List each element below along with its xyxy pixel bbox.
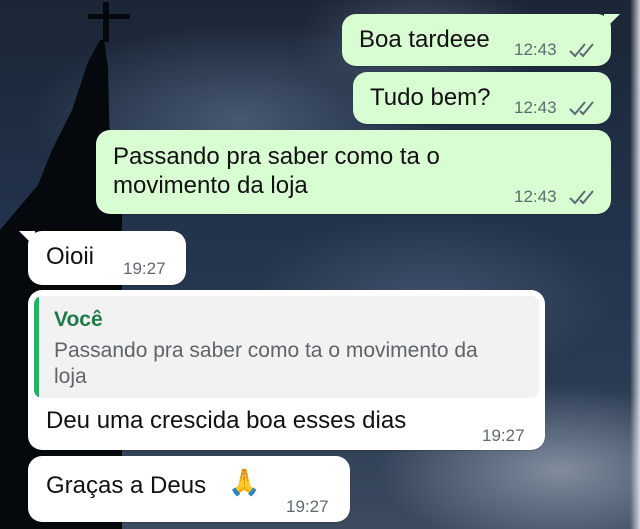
- quote-author: Você: [54, 308, 103, 331]
- screen-edge: [630, 0, 640, 529]
- double-check-icon: [569, 190, 594, 205]
- message-time: 19:27: [123, 259, 166, 278]
- message-bubble-outgoing[interactable]: Boa tardeee 12:43: [342, 14, 620, 66]
- message-bubble-outgoing[interactable]: Passando pra saber como ta o movimento d…: [96, 130, 611, 214]
- message-time: 12:43: [514, 187, 557, 206]
- message-bubble-outgoing[interactable]: Tudo bem? 12:43: [353, 72, 611, 124]
- double-check-icon: [569, 43, 594, 58]
- message-time: 19:27: [482, 426, 525, 445]
- message-text: Tudo bem?: [370, 84, 491, 111]
- message-text-line: Passando pra saber como ta o: [113, 143, 440, 170]
- double-check-icon: [569, 101, 594, 116]
- message-bubble-incoming[interactable]: Graças a Deus 🙏 19:27: [28, 456, 350, 522]
- message-text: Deu uma crescida boa esses dias: [46, 407, 407, 434]
- quote-text-line: Passando pra saber como ta o movimento d…: [54, 339, 478, 362]
- message-bubble-incoming[interactable]: Você Passando pra saber como ta o movime…: [28, 290, 545, 450]
- message-text-line: movimento da loja: [113, 172, 308, 199]
- quote-accent-bar: [34, 296, 39, 398]
- quote-text: Passando pra saber como ta o movimento d…: [54, 338, 525, 390]
- message-time: 12:43: [514, 40, 557, 59]
- message-bubble-incoming[interactable]: Oioii 19:27: [19, 231, 186, 285]
- message-time: 12:43: [514, 98, 557, 117]
- message-text: Oioii: [46, 243, 95, 270]
- quoted-message[interactable]: Você Passando pra saber como ta o movime…: [34, 296, 539, 398]
- message-text: Graças a Deus: [46, 472, 207, 499]
- message-time: 19:27: [286, 497, 329, 516]
- quote-text-line: loja: [54, 365, 87, 388]
- message-text: Boa tardeee: [359, 26, 490, 53]
- praying-hands-emoji: 🙏: [228, 467, 261, 497]
